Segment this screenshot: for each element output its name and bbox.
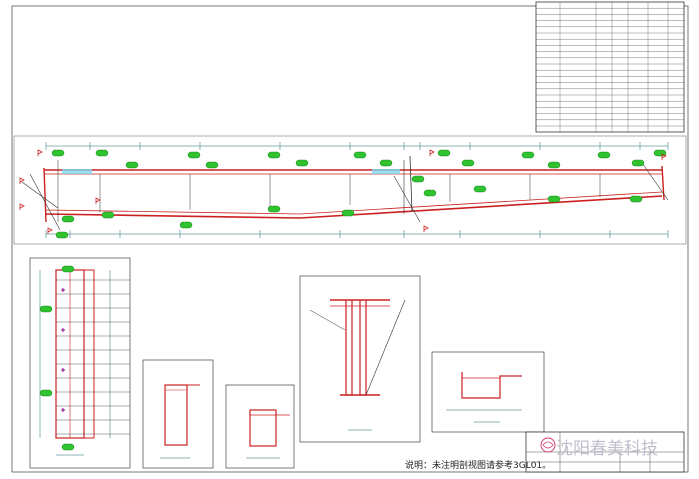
part-callout-tag bbox=[353, 151, 367, 159]
section-marker-icon bbox=[95, 197, 101, 204]
part-callout-tag bbox=[629, 195, 643, 203]
section-marker-icon bbox=[423, 225, 429, 232]
part-callout-tag bbox=[295, 159, 309, 167]
section-marker-icon bbox=[47, 227, 53, 234]
bolt-symbol-icon bbox=[61, 368, 65, 372]
part-callout-tag bbox=[179, 221, 193, 229]
part-callout-tag bbox=[411, 175, 425, 183]
part-callout-tag bbox=[39, 389, 53, 397]
part-callout-tag bbox=[187, 151, 201, 159]
part-callout-tag bbox=[423, 189, 437, 197]
part-callout-tag bbox=[547, 195, 561, 203]
section-marker-icon bbox=[429, 149, 435, 156]
part-callout-tag bbox=[473, 185, 487, 193]
part-callout-tag bbox=[631, 159, 645, 167]
bolt-symbol-icon bbox=[61, 288, 65, 292]
section-marker-icon bbox=[37, 149, 43, 156]
section-d-view bbox=[299, 275, 421, 443]
part-callout-tag bbox=[341, 209, 355, 217]
material-table bbox=[535, 1, 685, 133]
part-callout-tag bbox=[61, 215, 75, 223]
part-callout-tag bbox=[51, 149, 65, 157]
section-b-view bbox=[142, 359, 214, 469]
watermark-text: 沈阳春美科技 bbox=[556, 439, 658, 459]
part-callout-tag bbox=[205, 161, 219, 169]
bolt-symbol-icon bbox=[61, 408, 65, 412]
part-callout-tag bbox=[267, 205, 281, 213]
section-e-view bbox=[431, 351, 545, 433]
section-marker-icon bbox=[19, 203, 25, 210]
part-callout-tag bbox=[267, 151, 281, 159]
part-callout-tag bbox=[125, 161, 139, 169]
part-callout-tag bbox=[101, 211, 115, 219]
part-callout-tag bbox=[597, 151, 611, 159]
part-callout-tag bbox=[39, 305, 53, 313]
part-callout-tag bbox=[61, 443, 75, 451]
part-callout-tag bbox=[379, 159, 393, 167]
part-callout-tag bbox=[547, 161, 561, 169]
part-callout-tag bbox=[95, 149, 109, 157]
section-c-view bbox=[225, 384, 295, 469]
part-callout-tag bbox=[61, 265, 75, 273]
part-callout-tag bbox=[55, 231, 69, 239]
bolt-symbol-icon bbox=[61, 328, 65, 332]
cad-drawing bbox=[11, 1, 689, 473]
part-callout-tag bbox=[521, 151, 535, 159]
part-callout-tag bbox=[437, 149, 451, 157]
part-callout-tag bbox=[461, 159, 475, 167]
drawing-canvas: 沈阳春美科技 说明：未注明剖视图请参考3GL01。 bbox=[0, 0, 699, 479]
section-a-view bbox=[29, 257, 131, 469]
beam-elevation bbox=[13, 135, 687, 245]
drawing-note: 说明：未注明剖视图请参考3GL01。 bbox=[405, 461, 552, 471]
